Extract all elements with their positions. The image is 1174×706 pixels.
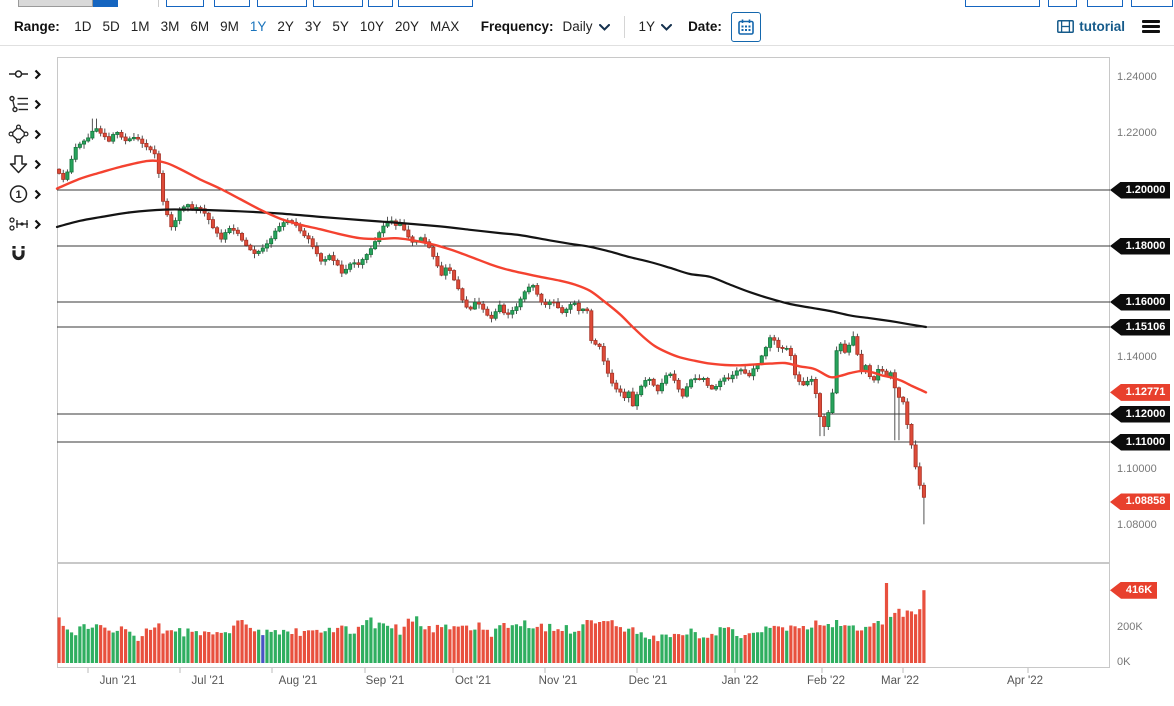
price-badge: 1.18000 (1110, 238, 1170, 255)
volume-axis-label: 200K (1117, 621, 1143, 633)
price-badge: 1.12000 (1110, 406, 1170, 423)
charting-app: Range: 1D5D1M3M6M9M1Y2Y3Y5Y10Y20YMAX Fre… (0, 0, 1174, 706)
drawing-tools-sidebar: 1 (6, 59, 41, 269)
magnet-tool-icon (6, 244, 30, 264)
number-annotation-tool[interactable]: 1 (6, 179, 41, 209)
x-axis-label: Nov '21 (539, 675, 578, 687)
x-axis-label: Dec '21 (629, 675, 668, 687)
x-axis-label: Feb '22 (807, 675, 845, 687)
arrow-annotation-tool[interactable] (6, 149, 41, 179)
x-axis-label: Jul '21 (192, 675, 225, 687)
price-badge: 1.11000 (1110, 434, 1170, 451)
chevron-right-icon (34, 219, 41, 230)
chevron-right-icon (34, 69, 41, 80)
price-badge: 1.16000 (1110, 294, 1170, 311)
chevron-right-icon (34, 189, 41, 200)
shapes-tool[interactable] (6, 119, 41, 149)
x-axis-label: Mar '22 (881, 675, 919, 687)
measure-tool-icon (6, 214, 30, 234)
chart-plot[interactable] (57, 57, 1110, 668)
chevron-right-icon (34, 99, 41, 110)
price-badge: 1.20000 (1110, 182, 1170, 199)
x-axis-label: Aug '21 (279, 675, 318, 687)
y-axis-label: 1.24000 (1117, 71, 1157, 83)
x-axis-label: Jan '22 (722, 675, 759, 687)
y-axis-label: 1.10000 (1117, 463, 1157, 475)
y-axis-label: 1.22000 (1117, 127, 1157, 139)
price-badge: 1.15106 (1110, 319, 1170, 336)
trendline-tool[interactable] (6, 59, 41, 89)
fibonacci-tool[interactable] (6, 89, 41, 119)
chevron-right-icon (34, 159, 41, 170)
arrow-annotation-tool-icon (6, 154, 30, 174)
volume-axis-label: 0K (1117, 656, 1130, 668)
shapes-tool-icon (6, 124, 30, 144)
x-axis-label: Sep '21 (366, 675, 405, 687)
trendline-tool-icon (6, 64, 30, 84)
price-badge: 1.08858 (1110, 493, 1170, 510)
x-axis-label: Apr '22 (1007, 675, 1043, 687)
y-axis-label: 1.14000 (1117, 351, 1157, 363)
price-badge: 1.12771 (1110, 384, 1170, 401)
svg-text:1: 1 (15, 189, 21, 201)
magnet-tool[interactable] (6, 239, 41, 269)
fibonacci-tool-icon (6, 94, 30, 114)
measure-tool[interactable] (6, 209, 41, 239)
number-annotation-tool-icon: 1 (6, 184, 30, 204)
x-axis-label: Oct '21 (455, 675, 491, 687)
y-axis-label: 1.08000 (1117, 519, 1157, 531)
x-axis-label: Jun '21 (100, 675, 137, 687)
chevron-right-icon (34, 129, 41, 140)
